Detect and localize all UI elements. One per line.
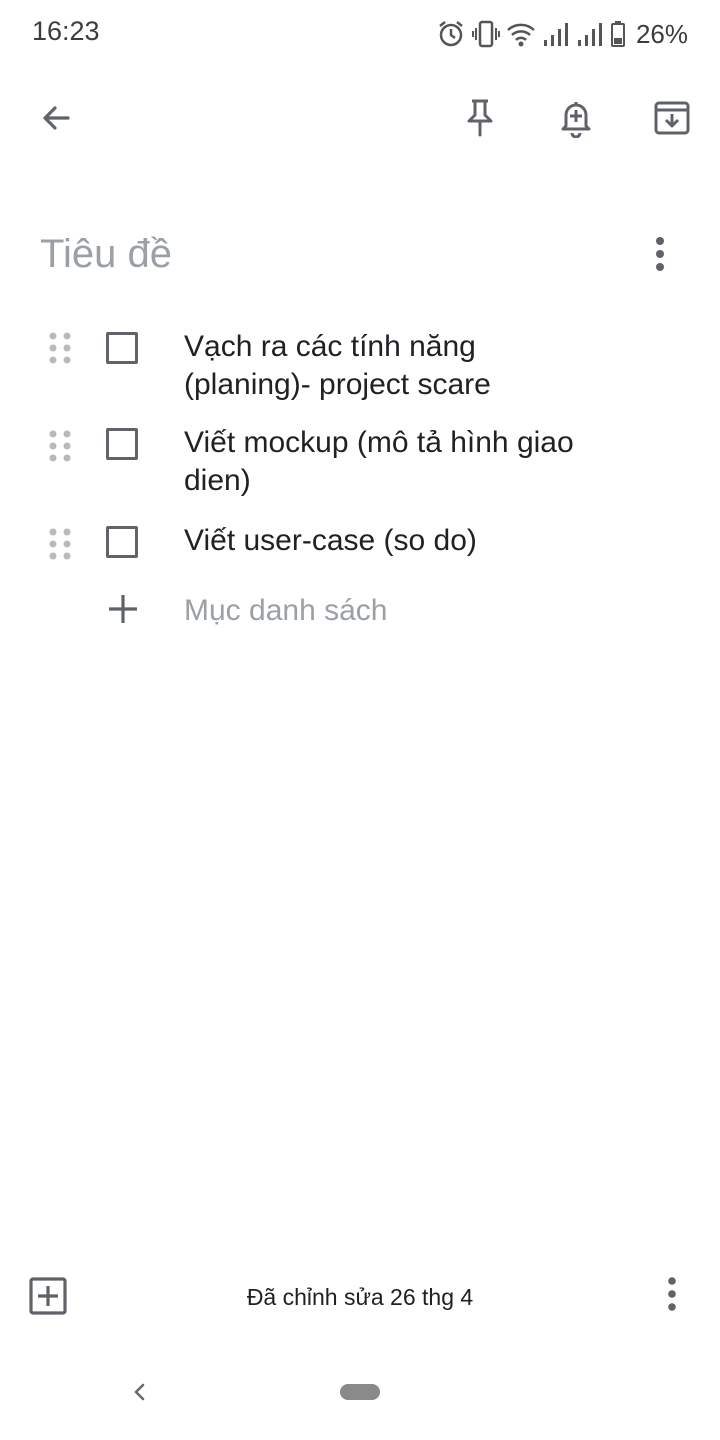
title-more-button[interactable] (632, 228, 688, 284)
nav-back-button[interactable] (124, 1376, 156, 1408)
archive-icon (653, 99, 691, 142)
bottom-more-button[interactable] (648, 1272, 696, 1320)
item-text[interactable]: Vạch ra các tính năng (planing)- project… (184, 328, 584, 404)
navigation-bar (0, 1360, 720, 1424)
item-checkbox[interactable] (106, 428, 138, 460)
title-input[interactable]: Tiêu đề (40, 226, 600, 282)
chevron-left-icon (124, 1383, 156, 1412)
alarm-icon (436, 19, 466, 49)
pin-button[interactable] (452, 92, 508, 148)
edited-timestamp: Đã chỉnh sửa 26 thg 4 (246, 1284, 474, 1310)
add-item-label: Mục danh sách (184, 594, 388, 627)
add-reminder-button[interactable] (548, 92, 604, 148)
back-button[interactable] (28, 92, 84, 148)
battery-percent: 26% (635, 18, 688, 49)
more-vert-icon (654, 236, 666, 277)
drag-handle-icon[interactable] (46, 428, 74, 464)
archive-button[interactable] (644, 92, 700, 148)
drag-handle-icon[interactable] (46, 330, 74, 366)
nav-home-button[interactable] (340, 1384, 380, 1400)
bottom-bar: Đã chỉnh sửa 26 thg 4 (0, 1266, 720, 1330)
vibrate-icon (471, 19, 500, 49)
signal-icon (576, 20, 604, 48)
list-item: Viết mockup (mô tả hình giao dien) (0, 418, 720, 508)
item-checkbox[interactable] (106, 332, 138, 364)
add-list-item[interactable]: Mục danh sách (0, 584, 720, 640)
item-text[interactable]: Viết user-case (so do) (184, 522, 584, 560)
plus-icon (106, 592, 140, 631)
wifi-icon (506, 20, 536, 48)
drag-handle-icon[interactable] (46, 526, 74, 562)
pin-icon (463, 98, 497, 143)
add-reminder-icon (558, 98, 594, 143)
list-item: Vạch ra các tính năng (planing)- project… (0, 320, 720, 410)
back-arrow-icon (38, 100, 74, 141)
status-time: 16:23 (32, 16, 100, 46)
item-text[interactable]: Viết mockup (mô tả hình giao dien) (184, 424, 584, 500)
status-bar: 16:23 26% (0, 0, 720, 68)
status-icons: 26% (436, 14, 688, 54)
battery-icon (610, 20, 626, 48)
item-checkbox[interactable] (106, 526, 138, 558)
signal-icon (542, 20, 570, 48)
list-item: Viết user-case (so do) (0, 516, 720, 576)
more-vert-icon (666, 1276, 678, 1317)
